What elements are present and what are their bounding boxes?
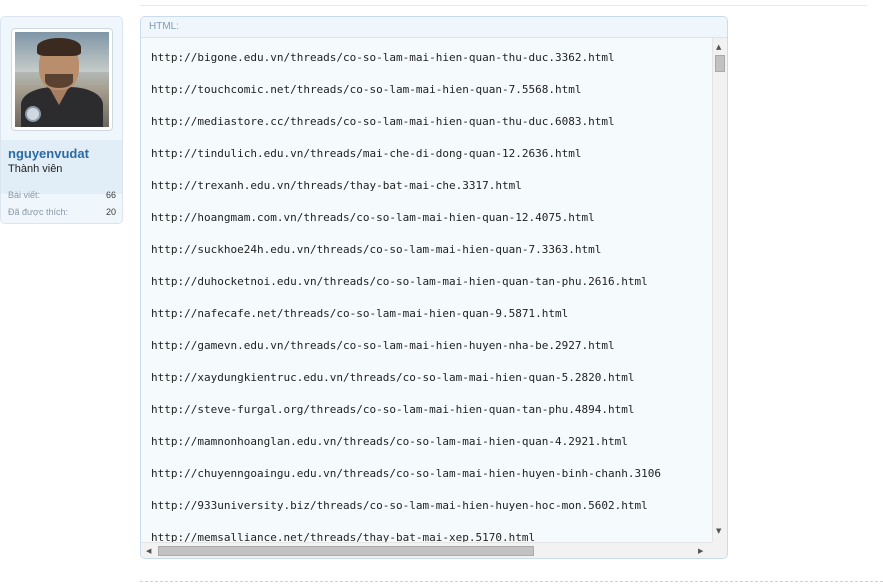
- top-divider: [140, 5, 867, 6]
- html-code-block: HTML: http://bigone.edu.vn/threads/co-so…: [140, 16, 728, 559]
- bottom-divider: [140, 581, 883, 582]
- forum-post: nguyenvudat Thành viên Bài viết: 66 Đã đ…: [0, 0, 883, 588]
- code-block-type-label: HTML:: [149, 21, 179, 32]
- code-line[interactable]: http://933university.biz/threads/co-so-l…: [151, 499, 648, 513]
- scroll-up-arrow-icon[interactable]: ▲: [716, 43, 721, 51]
- vertical-scroll-thumb[interactable]: [715, 55, 725, 72]
- code-line[interactable]: http://mediastore.cc/threads/co-so-lam-m…: [151, 115, 615, 129]
- avatar[interactable]: [11, 28, 113, 131]
- code-line[interactable]: http://memsalliance.net/threads/thay-bat…: [151, 531, 535, 542]
- code-line[interactable]: http://nafecafe.net/threads/co-so-lam-ma…: [151, 307, 568, 321]
- code-line[interactable]: http://trexanh.edu.vn/threads/thay-bat-m…: [151, 179, 522, 193]
- code-line[interactable]: http://steve-furgal.org/threads/co-so-la…: [151, 403, 634, 417]
- username-link[interactable]: nguyenvudat: [8, 146, 89, 161]
- scroll-down-arrow-icon[interactable]: ▼: [716, 527, 721, 535]
- likes-count-label: Đã được thích:: [8, 207, 68, 217]
- scrollbar-corner: [712, 542, 727, 558]
- user-title: Thành viên: [8, 163, 63, 175]
- horizontal-scrollbar[interactable]: ◀ ▶: [141, 542, 712, 558]
- code-line[interactable]: http://bigone.edu.vn/threads/co-so-lam-m…: [151, 51, 615, 65]
- posts-count-label: Bài viết:: [8, 190, 41, 200]
- likes-count-value: 20: [105, 207, 116, 217]
- code-line[interactable]: http://chuyenngoaingu.edu.vn/threads/co-…: [151, 467, 661, 481]
- code-line[interactable]: http://xaydungkientruc.edu.vn/threads/co…: [151, 371, 634, 385]
- scroll-left-arrow-icon[interactable]: ◀: [146, 547, 151, 555]
- user-info-card: nguyenvudat Thành viên Bài viết: 66 Đã đ…: [0, 16, 123, 224]
- code-content[interactable]: http://bigone.edu.vn/threads/co-so-lam-m…: [141, 38, 712, 542]
- code-line[interactable]: http://duhocketnoi.edu.vn/threads/co-so-…: [151, 275, 648, 289]
- code-line[interactable]: http://touchcomic.net/threads/co-so-lam-…: [151, 83, 581, 97]
- code-line[interactable]: http://gamevn.edu.vn/threads/co-so-lam-m…: [151, 339, 615, 353]
- code-line[interactable]: http://hoangmam.com.vn/threads/co-so-lam…: [151, 211, 595, 225]
- scroll-right-arrow-icon[interactable]: ▶: [698, 547, 703, 555]
- vertical-scrollbar[interactable]: ▲ ▼: [712, 38, 727, 542]
- code-line[interactable]: http://suckhoe24h.edu.vn/threads/co-so-l…: [151, 243, 601, 257]
- code-line[interactable]: http://tindulich.edu.vn/threads/mai-che-…: [151, 147, 581, 161]
- posts-count-value: 66: [105, 190, 116, 200]
- avatar-image[interactable]: [15, 32, 109, 127]
- code-block-header: HTML:: [141, 17, 727, 38]
- horizontal-scroll-thumb[interactable]: [158, 546, 534, 556]
- code-line[interactable]: http://mamnonhoanglan.edu.vn/threads/co-…: [151, 435, 628, 449]
